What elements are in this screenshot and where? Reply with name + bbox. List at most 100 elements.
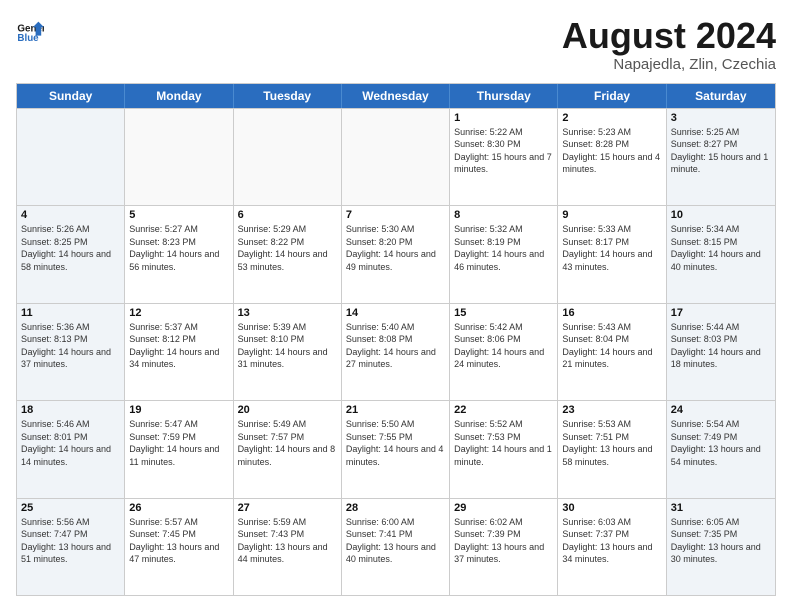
day-number: 7 [346, 209, 445, 221]
empty-cell [342, 109, 450, 205]
weekday-header-sunday: Sunday [17, 84, 125, 108]
day-info: Sunrise: 6:03 AM Sunset: 7:37 PM Dayligh… [562, 516, 661, 566]
day-number: 16 [562, 307, 661, 319]
day-cell-9: 9 Sunrise: 5:33 AM Sunset: 8:17 PM Daylig… [558, 206, 666, 302]
day-number: 27 [238, 502, 337, 514]
empty-cell [125, 109, 233, 205]
weekday-header-wednesday: Wednesday [342, 84, 450, 108]
day-info: Sunrise: 5:29 AM Sunset: 8:22 PM Dayligh… [238, 223, 337, 273]
calendar-body: 1 Sunrise: 5:22 AM Sunset: 8:30 PM Daylig… [17, 108, 775, 595]
day-number: 3 [671, 112, 771, 124]
day-info: Sunrise: 5:42 AM Sunset: 8:06 PM Dayligh… [454, 321, 553, 371]
day-cell-15: 15 Sunrise: 5:42 AM Sunset: 8:06 PM Dayli… [450, 304, 558, 400]
day-cell-27: 27 Sunrise: 5:59 AM Sunset: 7:43 PM Dayli… [234, 499, 342, 595]
day-number: 20 [238, 404, 337, 416]
day-info: Sunrise: 5:57 AM Sunset: 7:45 PM Dayligh… [129, 516, 228, 566]
day-info: Sunrise: 5:50 AM Sunset: 7:55 PM Dayligh… [346, 418, 445, 468]
day-cell-12: 12 Sunrise: 5:37 AM Sunset: 8:12 PM Dayli… [125, 304, 233, 400]
day-number: 19 [129, 404, 228, 416]
calendar-row-5: 25 Sunrise: 5:56 AM Sunset: 7:47 PM Dayli… [17, 498, 775, 595]
empty-cell [234, 109, 342, 205]
day-cell-30: 30 Sunrise: 6:03 AM Sunset: 7:37 PM Dayli… [558, 499, 666, 595]
day-info: Sunrise: 5:36 AM Sunset: 8:13 PM Dayligh… [21, 321, 120, 371]
calendar: SundayMondayTuesdayWednesdayThursdayFrid… [16, 83, 776, 596]
day-info: Sunrise: 6:05 AM Sunset: 7:35 PM Dayligh… [671, 516, 771, 566]
day-number: 11 [21, 307, 120, 319]
day-info: Sunrise: 5:43 AM Sunset: 8:04 PM Dayligh… [562, 321, 661, 371]
day-number: 14 [346, 307, 445, 319]
day-info: Sunrise: 5:33 AM Sunset: 8:17 PM Dayligh… [562, 223, 661, 273]
day-cell-13: 13Sunrise: 5:39 AM Sunset: 8:10 PM Dayli… [234, 304, 342, 400]
day-number: 18 [21, 404, 120, 416]
day-number: 28 [346, 502, 445, 514]
day-info: Sunrise: 5:40 AM Sunset: 8:08 PM Dayligh… [346, 321, 445, 371]
day-info: Sunrise: 5:47 AM Sunset: 7:59 PM Dayligh… [129, 418, 228, 468]
header: General Blue August 2024 Napajedla, Zlin… [16, 16, 776, 73]
title-block: August 2024 Napajedla, Zlin, Czechia [562, 16, 776, 73]
weekday-header-tuesday: Tuesday [234, 84, 342, 108]
day-cell-24: 24Sunrise: 5:54 AM Sunset: 7:49 PM Dayli… [667, 401, 775, 497]
day-number: 13 [238, 307, 337, 319]
day-cell-2: 2 Sunrise: 5:23 AM Sunset: 8:28 PM Daylig… [558, 109, 666, 205]
day-cell-7: 7Sunrise: 5:30 AM Sunset: 8:20 PM Daylig… [342, 206, 450, 302]
day-cell-10: 10Sunrise: 5:34 AM Sunset: 8:15 PM Dayli… [667, 206, 775, 302]
day-info: Sunrise: 5:52 AM Sunset: 7:53 PM Dayligh… [454, 418, 553, 468]
weekday-header-thursday: Thursday [450, 84, 558, 108]
day-info: Sunrise: 5:22 AM Sunset: 8:30 PM Dayligh… [454, 126, 553, 176]
day-number: 17 [671, 307, 771, 319]
day-cell-28: 28Sunrise: 6:00 AM Sunset: 7:41 PM Dayli… [342, 499, 450, 595]
calendar-row-1: 1 Sunrise: 5:22 AM Sunset: 8:30 PM Daylig… [17, 108, 775, 205]
day-number: 4 [21, 209, 120, 221]
day-cell-6: 6 Sunrise: 5:29 AM Sunset: 8:22 PM Daylig… [234, 206, 342, 302]
day-number: 26 [129, 502, 228, 514]
day-info: Sunrise: 5:25 AM Sunset: 8:27 PM Dayligh… [671, 126, 771, 176]
weekday-header-friday: Friday [558, 84, 666, 108]
day-number: 6 [238, 209, 337, 221]
day-cell-17: 17 Sunrise: 5:44 AM Sunset: 8:03 PM Dayli… [667, 304, 775, 400]
day-info: Sunrise: 5:56 AM Sunset: 7:47 PM Dayligh… [21, 516, 120, 566]
day-number: 29 [454, 502, 553, 514]
day-info: Sunrise: 5:44 AM Sunset: 8:03 PM Dayligh… [671, 321, 771, 371]
day-cell-8: 8 Sunrise: 5:32 AM Sunset: 8:19 PM Daylig… [450, 206, 558, 302]
page: General Blue August 2024 Napajedla, Zlin… [0, 0, 792, 612]
day-cell-23: 23Sunrise: 5:53 AM Sunset: 7:51 PM Dayli… [558, 401, 666, 497]
day-number: 2 [562, 112, 661, 124]
day-info: Sunrise: 5:59 AM Sunset: 7:43 PM Dayligh… [238, 516, 337, 566]
day-cell-4: 4 Sunrise: 5:26 AM Sunset: 8:25 PM Daylig… [17, 206, 125, 302]
logo: General Blue [16, 16, 44, 44]
day-info: Sunrise: 5:32 AM Sunset: 8:19 PM Dayligh… [454, 223, 553, 273]
day-info: Sunrise: 5:37 AM Sunset: 8:12 PM Dayligh… [129, 321, 228, 371]
location-subtitle: Napajedla, Zlin, Czechia [562, 56, 776, 73]
day-number: 9 [562, 209, 661, 221]
day-info: Sunrise: 5:26 AM Sunset: 8:25 PM Dayligh… [21, 223, 120, 273]
logo-icon: General Blue [16, 16, 44, 44]
calendar-row-3: 11 Sunrise: 5:36 AM Sunset: 8:13 PM Dayli… [17, 303, 775, 400]
month-title: August 2024 [562, 16, 776, 56]
day-number: 15 [454, 307, 553, 319]
day-number: 30 [562, 502, 661, 514]
day-cell-20: 20 Sunrise: 5:49 AM Sunset: 7:57 PM Dayli… [234, 401, 342, 497]
day-number: 12 [129, 307, 228, 319]
day-number: 1 [454, 112, 553, 124]
day-cell-21: 21 Sunrise: 5:50 AM Sunset: 7:55 PM Dayli… [342, 401, 450, 497]
day-number: 8 [454, 209, 553, 221]
day-info: Sunrise: 5:34 AM Sunset: 8:15 PM Dayligh… [671, 223, 771, 273]
day-number: 5 [129, 209, 228, 221]
empty-cell [17, 109, 125, 205]
day-cell-14: 14 Sunrise: 5:40 AM Sunset: 8:08 PM Dayli… [342, 304, 450, 400]
day-number: 21 [346, 404, 445, 416]
day-cell-16: 16 Sunrise: 5:43 AM Sunset: 8:04 PM Dayli… [558, 304, 666, 400]
day-cell-1: 1 Sunrise: 5:22 AM Sunset: 8:30 PM Daylig… [450, 109, 558, 205]
day-cell-26: 26 Sunrise: 5:57 AM Sunset: 7:45 PM Dayli… [125, 499, 233, 595]
day-number: 24 [671, 404, 771, 416]
day-cell-31: 31Sunrise: 6:05 AM Sunset: 7:35 PM Dayli… [667, 499, 775, 595]
day-info: Sunrise: 5:23 AM Sunset: 8:28 PM Dayligh… [562, 126, 661, 176]
day-info: Sunrise: 5:27 AM Sunset: 8:23 PM Dayligh… [129, 223, 228, 273]
day-cell-25: 25 Sunrise: 5:56 AM Sunset: 7:47 PM Dayli… [17, 499, 125, 595]
day-cell-11: 11 Sunrise: 5:36 AM Sunset: 8:13 PM Dayli… [17, 304, 125, 400]
calendar-row-4: 18Sunrise: 5:46 AM Sunset: 8:01 PM Dayli… [17, 400, 775, 497]
day-number: 25 [21, 502, 120, 514]
day-info: Sunrise: 5:53 AM Sunset: 7:51 PM Dayligh… [562, 418, 661, 468]
day-info: Sunrise: 5:49 AM Sunset: 7:57 PM Dayligh… [238, 418, 337, 468]
day-cell-5: 5 Sunrise: 5:27 AM Sunset: 8:23 PM Daylig… [125, 206, 233, 302]
